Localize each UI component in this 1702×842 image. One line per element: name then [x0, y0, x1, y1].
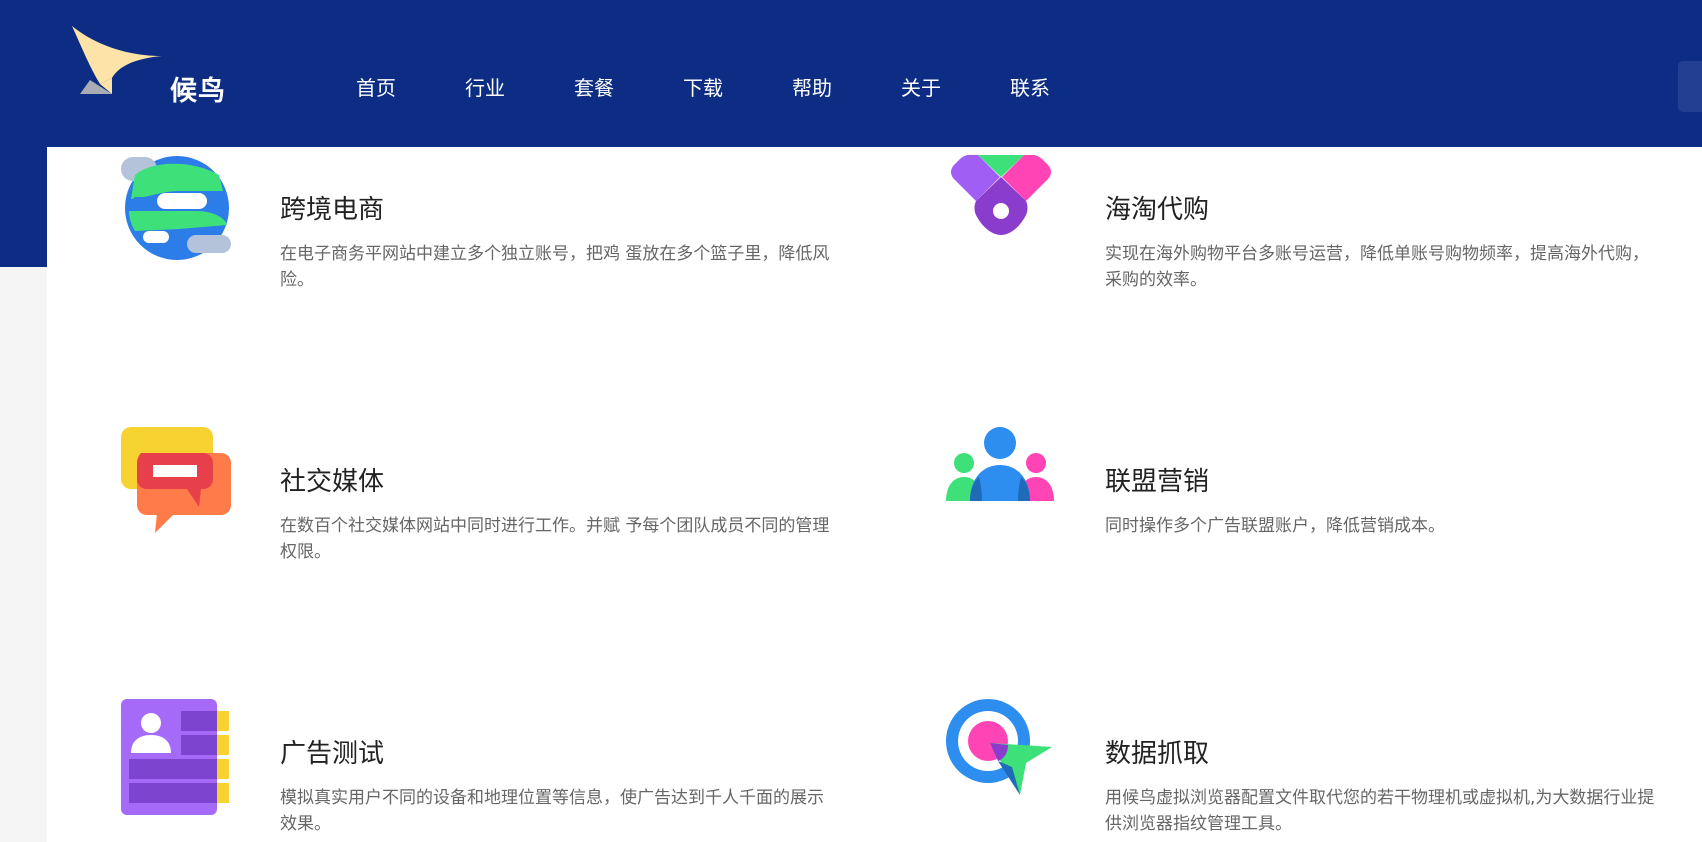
card-title: 跨境电商: [280, 195, 385, 225]
nav-item-help[interactable]: 帮助: [792, 74, 901, 102]
nav-item-download[interactable]: 下载: [683, 74, 792, 102]
industry-card-affiliate-marketing[interactable]: 联盟营销 同时操作多个广告联盟账户，降低营销成本。: [946, 427, 1646, 567]
card-description: 在数百个社交媒体网站中同时进行工作。并赋 予每个团队成员不同的管理权限。: [280, 516, 830, 562]
industry-card-data-scraping[interactable]: 数据抓取 用候鸟虚拟浏览器配置文件取代您的若干物理机或虚拟机,为大数据行业提供浏…: [946, 699, 1654, 839]
nav-item-contact[interactable]: 联系: [1010, 74, 1119, 102]
industry-card-cross-border[interactable]: 跨境电商 在电子商务平网站中建立多个独立账号，把鸡 蛋放在多个篮子里，降低风险。: [121, 155, 829, 295]
card-title: 联盟营销: [1105, 467, 1210, 497]
location-pin-icon: [946, 154, 1056, 280]
industry-card-overseas-purchasing[interactable]: 海淘代购 实现在海外购物平台多账号运营，降低单账号购物频率，提高海外代购，采购的…: [946, 154, 1649, 295]
industry-card-social-media[interactable]: 社交媒体 在数百个社交媒体网站中同时进行工作。并赋 予每个团队成员不同的管理权限…: [121, 427, 829, 567]
card-title: 广告测试: [280, 739, 385, 769]
target-pointer-icon: [946, 699, 1056, 824]
top-navigation-bar: 候鸟 首页 行业 套餐 下载 帮助 关于 联系: [0, 0, 1702, 147]
card-description: 模拟真实用户不同的设备和地理位置等信息，使广告达到千人千面的展示效果。: [280, 788, 824, 834]
card-title: 海淘代购: [1105, 195, 1210, 225]
card-description: 实现在海外购物平台多账号运营，降低单账号购物频率，提高海外代购，采购的效率。: [1105, 244, 1649, 290]
nav-item-about[interactable]: 关于: [901, 74, 1010, 102]
nav-item-home[interactable]: 首页: [356, 74, 465, 102]
card-title: 社交媒体: [280, 467, 385, 497]
profile-card-icon: [121, 699, 231, 824]
header-action-button[interactable]: [1678, 61, 1702, 112]
bird-logo-icon: [72, 26, 162, 94]
brand-name: 候鸟: [170, 76, 226, 107]
main-nav: 首页 行业 套餐 下载 帮助 关于 联系: [356, 74, 1119, 102]
industry-card-ad-testing[interactable]: 广告测试 模拟真实用户不同的设备和地理位置等信息，使广告达到千人千面的展示效果。: [121, 699, 824, 839]
card-description: 用候鸟虚拟浏览器配置文件取代您的若干物理机或虚拟机,为大数据行业提供浏览器指纹管…: [1105, 788, 1655, 834]
globe-icon: [121, 155, 231, 280]
brand-logo[interactable]: 候鸟: [68, 26, 238, 107]
card-description: 在电子商务平网站中建立多个独立账号，把鸡 蛋放在多个篮子里，降低风险。: [280, 244, 830, 290]
chat-bubble-icon: [121, 427, 231, 552]
industry-panel: 跨境电商 在电子商务平网站中建立多个独立账号，把鸡 蛋放在多个篮子里，降低风险。…: [47, 147, 1702, 842]
card-title: 数据抓取: [1105, 739, 1210, 769]
nav-item-plans[interactable]: 套餐: [574, 74, 683, 102]
team-icon: [946, 427, 1056, 552]
card-description: 同时操作多个广告联盟账户，降低营销成本。: [1105, 516, 1445, 536]
nav-item-industry[interactable]: 行业: [465, 74, 574, 102]
